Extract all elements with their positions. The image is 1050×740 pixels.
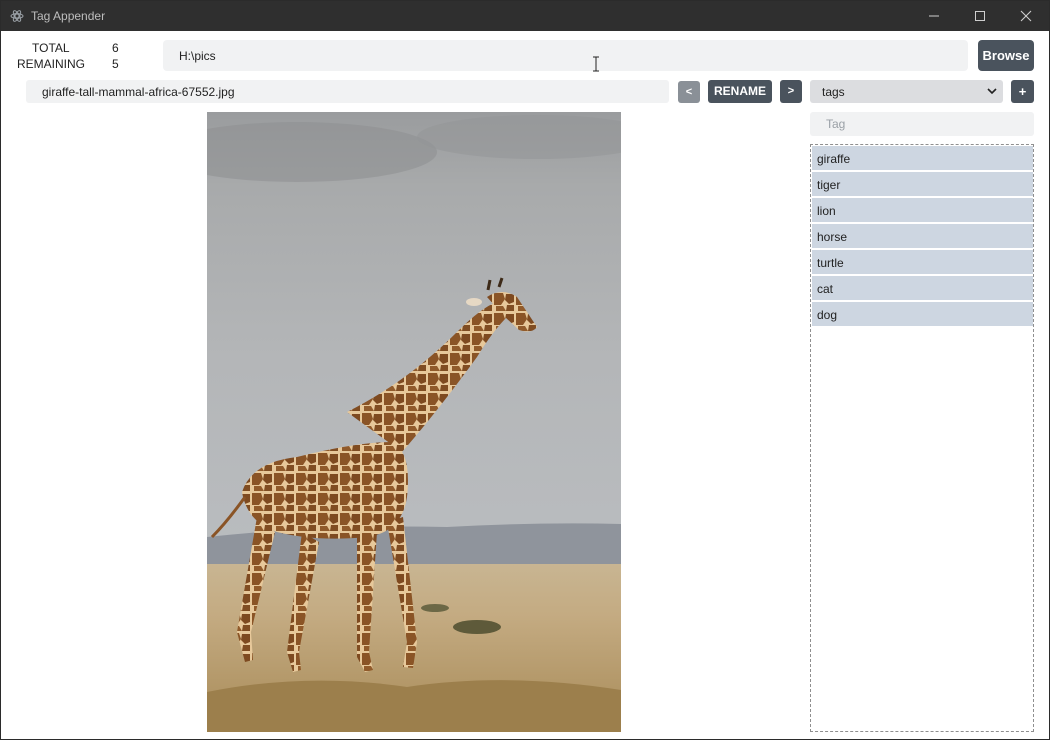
minimize-button[interactable] <box>911 1 957 31</box>
window-title: Tag Appender <box>31 9 106 23</box>
browse-button[interactable]: Browse <box>978 40 1034 71</box>
tag-list-item[interactable]: cat <box>812 276 1033 300</box>
remaining-label: REMAINING <box>17 57 86 71</box>
filename-input[interactable]: giraffe-tall-mammal-africa-67552.jpg <box>26 80 669 103</box>
image-preview <box>207 112 621 732</box>
title-bar: Tag Appender <box>1 1 1049 31</box>
tag-list-item[interactable]: horse <box>812 224 1033 248</box>
next-button[interactable]: > <box>780 80 802 103</box>
add-tag-button[interactable]: + <box>1011 80 1034 103</box>
tag-list-item[interactable]: tiger <box>812 172 1033 196</box>
tag-list-item[interactable]: giraffe <box>812 146 1033 170</box>
tag-list: giraffe tiger lion horse turtle cat dog <box>810 144 1034 732</box>
remaining-value: 5 <box>112 57 119 71</box>
close-button[interactable] <box>1003 1 1049 31</box>
giraffe-photo <box>207 112 621 732</box>
previous-button[interactable]: < <box>678 81 700 103</box>
maximize-button[interactable] <box>957 1 1003 31</box>
total-label: TOTAL <box>32 41 70 55</box>
minimize-icon <box>929 15 939 17</box>
tags-select[interactable]: tags <box>810 80 1003 103</box>
chevron-down-icon <box>987 88 997 95</box>
tag-list-item[interactable]: turtle <box>812 250 1033 274</box>
text-cursor-icon <box>592 56 600 77</box>
tag-list-item[interactable]: dog <box>812 302 1033 326</box>
folder-path-input[interactable]: H:\pics <box>163 40 968 71</box>
close-icon <box>1020 10 1032 22</box>
app-window: Tag Appender TOTAL 6 REMAINING 5 H:\pics… <box>0 0 1050 740</box>
app-icon <box>10 9 24 23</box>
total-value: 6 <box>112 41 119 55</box>
rename-button[interactable]: RENAME <box>708 80 772 103</box>
maximize-icon <box>975 11 985 21</box>
tag-list-item[interactable]: lion <box>812 198 1033 222</box>
tags-select-value: tags <box>822 85 845 99</box>
tag-input[interactable]: Tag <box>810 112 1034 136</box>
